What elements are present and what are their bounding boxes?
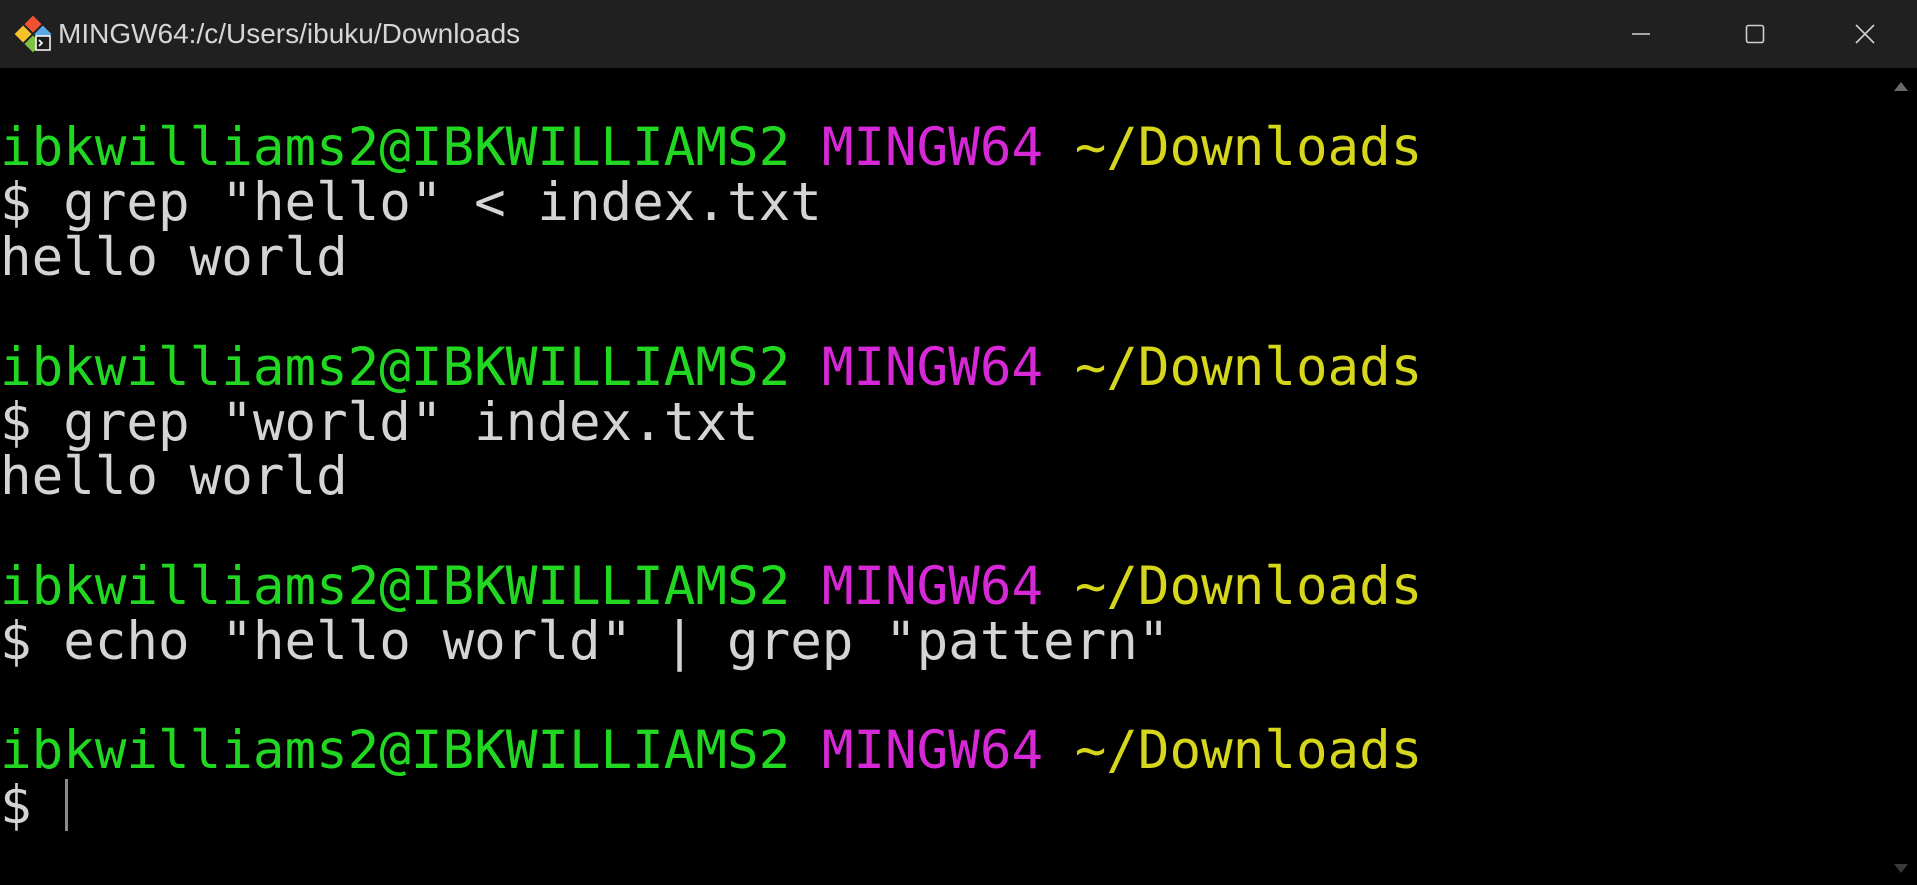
prompt-system: MINGW64	[821, 337, 1044, 398]
prompt-line: ibkwilliams2@IBKWILLIAMS2 MINGW64 ~/Down…	[0, 339, 1422, 397]
command-prompt: $	[0, 775, 64, 836]
title-bar[interactable]: MINGW64:/c/Users/ibuku/Downloads	[0, 0, 1917, 68]
scroll-up-arrow-icon[interactable]	[1894, 82, 1908, 91]
prompt-user-host: ibkwilliams2@IBKWILLIAMS2	[0, 720, 791, 781]
prompt-system: MINGW64	[821, 117, 1044, 178]
prompt-path: ~/Downloads	[1074, 720, 1423, 781]
close-icon	[1854, 24, 1875, 44]
vertical-scrollbar[interactable]	[1886, 68, 1917, 885]
git-bash-icon	[14, 15, 52, 53]
prompt-line: ibkwilliams2@IBKWILLIAMS2 MINGW64 ~/Down…	[0, 119, 1422, 177]
output-line: hello world	[0, 227, 348, 288]
window-title: MINGW64:/c/Users/ibuku/Downloads	[58, 18, 521, 49]
prompt-system: MINGW64	[821, 720, 1044, 781]
prompt-user-host: ibkwilliams2@IBKWILLIAMS2	[0, 556, 791, 617]
prompt-line: ibkwilliams2@IBKWILLIAMS2 MINGW64 ~/Down…	[0, 722, 1422, 780]
maximize-button[interactable]	[1698, 0, 1812, 68]
prompt-path: ~/Downloads	[1074, 337, 1423, 398]
maximize-icon	[1745, 24, 1765, 44]
output-line: hello world	[0, 446, 348, 507]
minimize-button[interactable]	[1584, 0, 1698, 68]
minimize-icon	[1632, 33, 1650, 35]
prompt-path: ~/Downloads	[1074, 117, 1423, 178]
prompt-path: ~/Downloads	[1074, 556, 1423, 617]
prompt-user-host: ibkwilliams2@IBKWILLIAMS2	[0, 117, 791, 178]
command-line: $ echo "hello world" | grep "pattern"	[0, 611, 1170, 672]
prompt-user-host: ibkwilliams2@IBKWILLIAMS2	[0, 337, 791, 398]
command-line: $ grep "world" index.txt	[0, 392, 759, 453]
prompt-line: ibkwilliams2@IBKWILLIAMS2 MINGW64 ~/Down…	[0, 558, 1422, 616]
scroll-down-arrow-icon[interactable]	[1894, 864, 1908, 873]
command-line: $ grep "hello" < index.txt	[0, 172, 822, 233]
terminal-output[interactable]: ibkwilliams2@IBKWILLIAMS2 MINGW64 ~/Down…	[0, 68, 1886, 885]
text-cursor	[65, 779, 69, 831]
input-line[interactable]: $	[0, 775, 69, 836]
close-button[interactable]	[1812, 0, 1917, 68]
prompt-system: MINGW64	[821, 556, 1044, 617]
terminal-window: MINGW64:/c/Users/ibuku/Downloads ibkwill…	[0, 0, 1917, 885]
